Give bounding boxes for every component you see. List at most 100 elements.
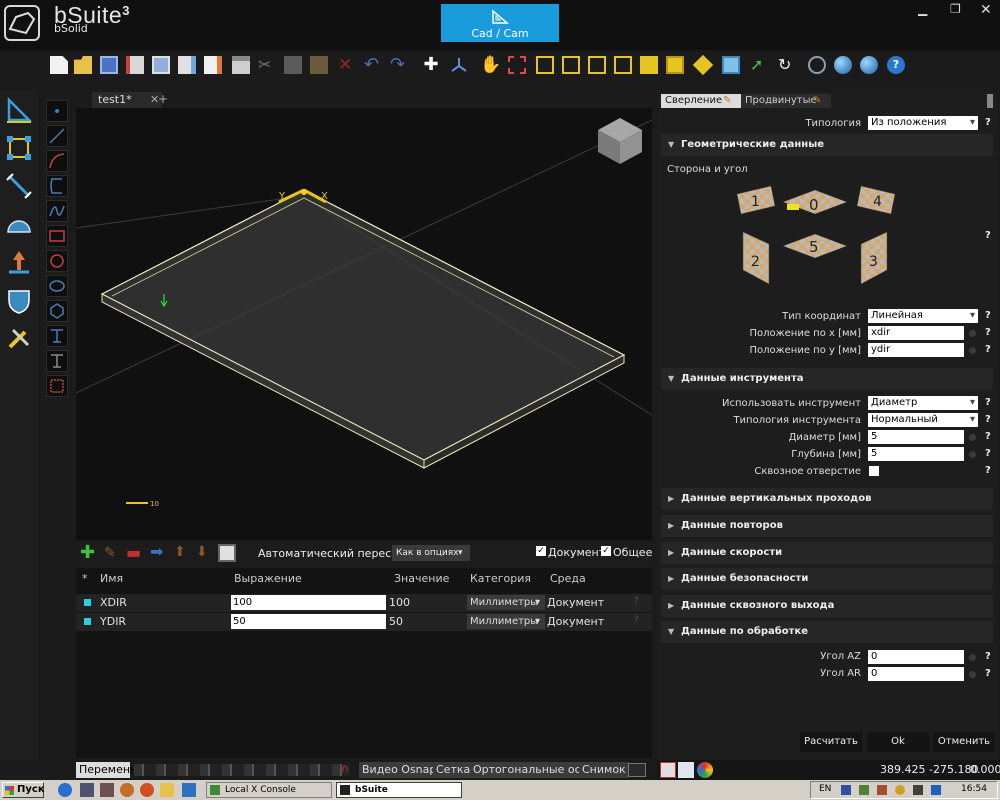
- tab-advanced[interactable]: Продвинутые ✎: [741, 94, 831, 108]
- shield-tool-icon[interactable]: [5, 286, 33, 314]
- help-angle-az[interactable]: ?: [985, 651, 991, 662]
- var-expression-input[interactable]: 50: [231, 614, 386, 629]
- pos-x-input[interactable]: xdir: [868, 326, 964, 340]
- start-button[interactable]: Пуск: [2, 782, 45, 798]
- move-icon[interactable]: ✚: [422, 56, 440, 74]
- help-coord-type[interactable]: ?: [985, 310, 991, 321]
- circle-tool-icon[interactable]: [46, 250, 68, 272]
- angle-az-input[interactable]: 0: [868, 650, 964, 664]
- snap-icons-strip[interactable]: [134, 764, 350, 776]
- document-tab[interactable]: test1* ✕: [92, 92, 162, 108]
- render-mode-icon[interactable]: [660, 762, 676, 778]
- move-up-icon[interactable]: ⬆: [174, 544, 190, 560]
- view-top-icon[interactable]: [666, 56, 684, 74]
- copy-icon[interactable]: [284, 56, 302, 74]
- close-icon[interactable]: ✕: [980, 2, 992, 18]
- target-icon[interactable]: [808, 56, 826, 74]
- ortho-button[interactable]: Ортогональные оси: [470, 762, 591, 778]
- zoom-extents-icon[interactable]: [508, 56, 526, 74]
- cancel-button[interactable]: Отменить: [933, 732, 995, 752]
- pan-hand-icon[interactable]: ✋: [480, 56, 501, 74]
- cad-cam-tab[interactable]: Cad / Cam: [441, 4, 559, 42]
- taskbar-bsuite[interactable]: bSuite: [336, 782, 462, 798]
- minimize-icon[interactable]: ▁: [918, 2, 927, 16]
- help-depth[interactable]: ?: [985, 448, 991, 459]
- tray-icon[interactable]: [859, 785, 869, 795]
- quicklaunch-6-icon[interactable]: [160, 783, 174, 797]
- sphere-shade-icon[interactable]: [860, 56, 878, 74]
- help-tool-type[interactable]: ?: [985, 414, 991, 425]
- table-view-icon[interactable]: [218, 544, 236, 562]
- depth-input[interactable]: 5: [868, 447, 964, 461]
- cut-icon[interactable]: ✂: [258, 56, 276, 74]
- export-2-icon[interactable]: [204, 56, 222, 74]
- frame-tool-icon[interactable]: [46, 375, 68, 397]
- solid-view-icon[interactable]: [722, 56, 740, 74]
- section-geometry[interactable]: ▼ Геометрические данные: [661, 134, 993, 156]
- pos-y-input[interactable]: ydir: [868, 343, 964, 357]
- var-category-select[interactable]: Миллиметры ▾: [467, 595, 545, 610]
- firefox-icon[interactable]: [140, 783, 154, 797]
- typology-select[interactable]: Из положения: [868, 116, 978, 130]
- quicklaunch-3-icon[interactable]: [100, 783, 114, 797]
- through-hole-checkbox[interactable]: [869, 466, 879, 476]
- edit-text-tool-icon[interactable]: [46, 350, 68, 372]
- view-left-icon[interactable]: [614, 56, 632, 74]
- tray-icon[interactable]: [895, 785, 905, 795]
- grid-button[interactable]: Сетка: [433, 762, 474, 778]
- move-down-icon[interactable]: ⬇: [196, 544, 212, 560]
- 3d-viewport[interactable]: Y X 10: [75, 108, 653, 540]
- ellipse-tool-icon[interactable]: [46, 275, 68, 297]
- dimension-tool-icon[interactable]: [5, 172, 33, 200]
- polyline-tool-icon[interactable]: [46, 175, 68, 197]
- tray-icon[interactable]: [841, 785, 851, 795]
- set-square-tool-icon[interactable]: [5, 96, 33, 124]
- rotate-view-icon[interactable]: ↻: [778, 56, 796, 74]
- section-through-exit[interactable]: ▶ Данные сквозного выхода: [661, 595, 993, 617]
- auto-recalc-dropdown[interactable]: Как в опциях ▾: [392, 545, 470, 561]
- row-help[interactable]: ?: [634, 615, 639, 625]
- view-iso-icon[interactable]: [536, 56, 554, 74]
- protractor-tool-icon[interactable]: [5, 210, 33, 238]
- help-icon[interactable]: ?: [887, 56, 905, 74]
- section-speed[interactable]: ▶ Данные скорости: [661, 542, 993, 564]
- taskbar-local-x-console[interactable]: Local X Console: [206, 782, 332, 798]
- diameter-input[interactable]: 5: [868, 430, 964, 444]
- osnap-button[interactable]: Видео Osnap: [359, 762, 440, 778]
- help-diameter[interactable]: ?: [985, 431, 991, 442]
- help-through[interactable]: ?: [985, 465, 991, 476]
- view-bottom-icon[interactable]: [692, 54, 714, 76]
- tray-icon[interactable]: [913, 785, 923, 795]
- table-row[interactable]: XDIR 100 100 Миллиметры ▾ Документ ?: [76, 594, 652, 612]
- general-checkbox[interactable]: ✓: [601, 546, 611, 556]
- table-row[interactable]: YDIR 50 50 Миллиметры ▾ Документ ?: [76, 613, 652, 631]
- polygon-tool-icon[interactable]: [46, 300, 68, 322]
- undo-icon[interactable]: ↶: [364, 56, 382, 74]
- help-face[interactable]: ?: [985, 230, 991, 241]
- extrude-tool-icon[interactable]: [5, 248, 33, 276]
- arc-tool-icon[interactable]: [46, 150, 68, 172]
- view-cube-icon[interactable]: [598, 118, 642, 164]
- new-tab-icon[interactable]: +: [158, 92, 168, 106]
- tool-type-select[interactable]: Нормальный: [868, 413, 978, 427]
- quicklaunch-7-icon[interactable]: [182, 783, 196, 797]
- open-folder-icon[interactable]: [74, 56, 92, 74]
- text-tool-icon[interactable]: [46, 325, 68, 347]
- export-icon[interactable]: [178, 56, 196, 74]
- view-back-icon[interactable]: [588, 56, 606, 74]
- quicklaunch-4-icon[interactable]: [120, 783, 134, 797]
- face-selector[interactable]: 0 1 2 3 4 5: [735, 184, 905, 294]
- help-pos-y[interactable]: ?: [985, 344, 991, 355]
- calculate-button[interactable]: Расчитать: [800, 732, 862, 752]
- sphere-render-icon[interactable]: [834, 56, 852, 74]
- camera-icon[interactable]: [628, 763, 646, 777]
- delete-icon[interactable]: ✕: [338, 56, 356, 74]
- section-tool[interactable]: ▼ Данные инструмента: [661, 368, 993, 390]
- language-indicator[interactable]: EN: [819, 784, 831, 794]
- help-pos-x[interactable]: ?: [985, 327, 991, 338]
- variables-toggle-button[interactable]: Переменн: [76, 762, 137, 778]
- help-typology[interactable]: ?: [985, 117, 991, 128]
- document-checkbox[interactable]: ✓: [536, 546, 546, 556]
- print-icon[interactable]: [232, 56, 250, 74]
- color-mode-icon[interactable]: [697, 762, 713, 778]
